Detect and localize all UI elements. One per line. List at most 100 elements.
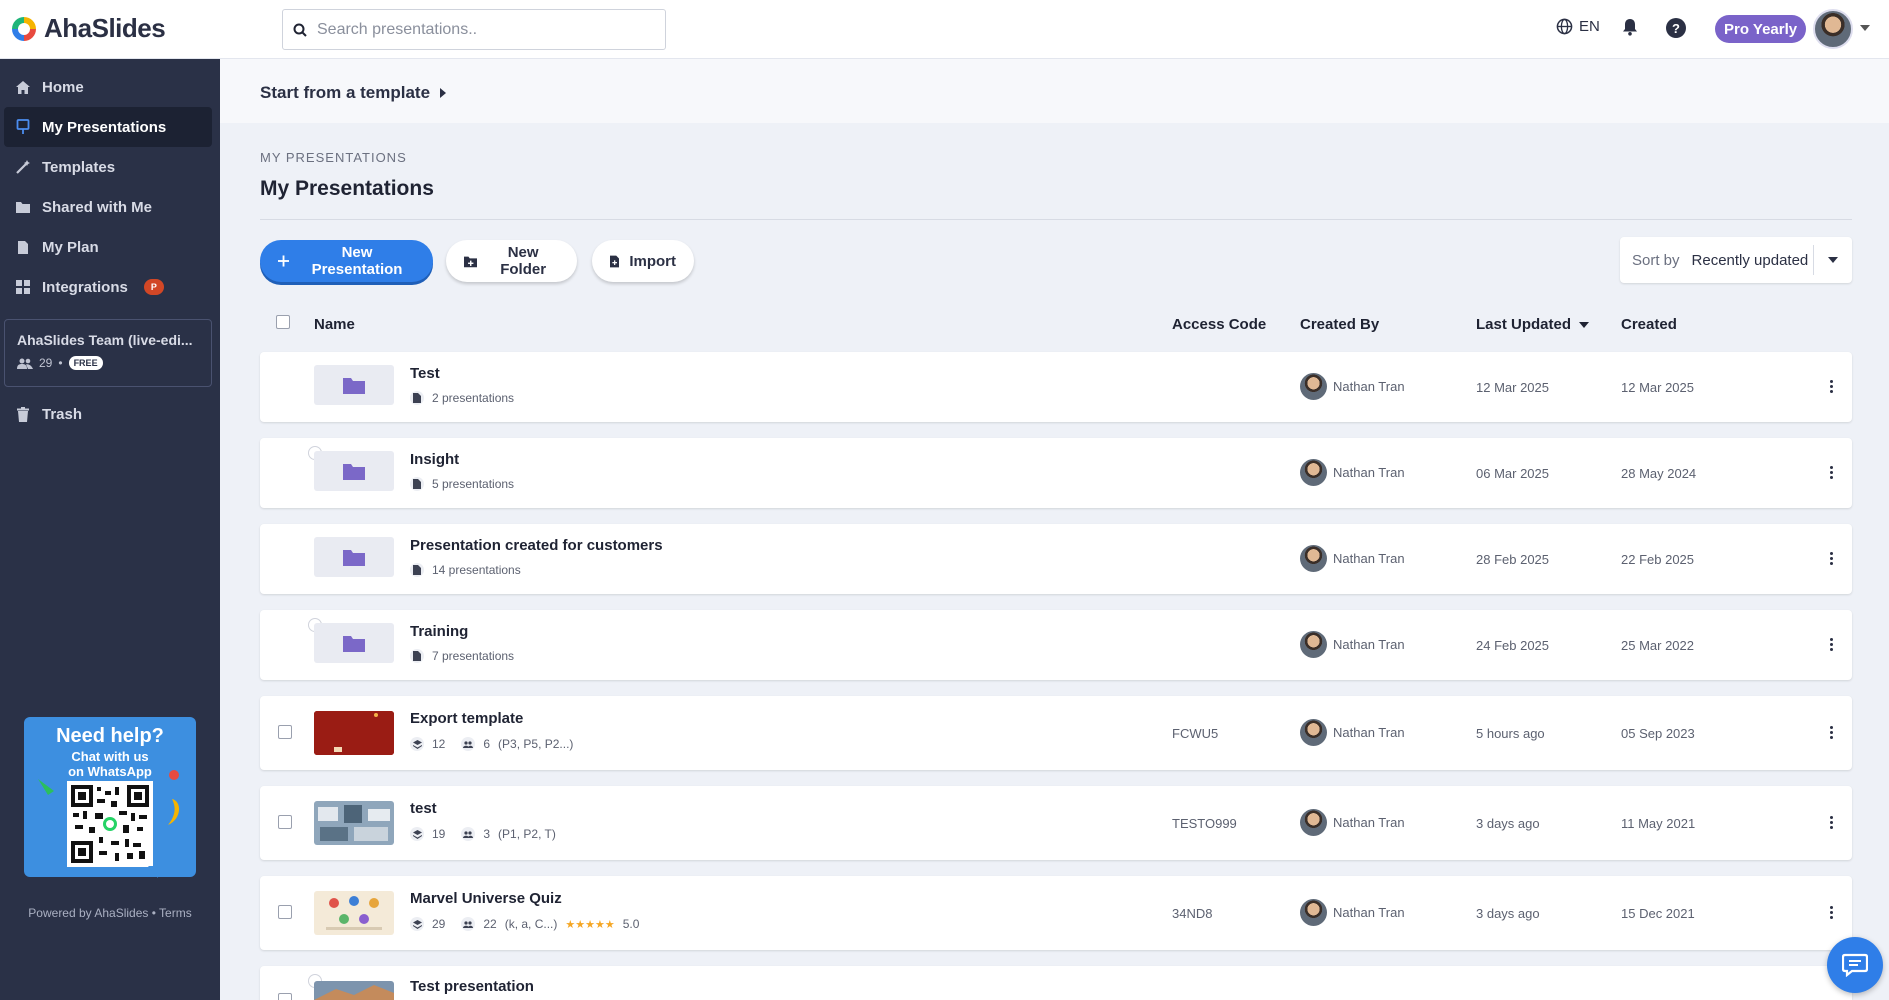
caret-right-icon bbox=[440, 88, 447, 98]
team-name: AhaSlides Team (live-edi... bbox=[17, 332, 193, 348]
table-row[interactable]: Training 7 presentations Nathan Tran 24 … bbox=[260, 610, 1852, 680]
table-row[interactable]: Export template 12 6 (P3, P5, P2...) FCW… bbox=[260, 696, 1852, 770]
column-header-last-updated[interactable]: Last Updated bbox=[1476, 316, 1590, 333]
plus-icon bbox=[278, 255, 290, 267]
row-name[interactable]: Test presentation bbox=[410, 978, 534, 995]
plan-badge[interactable]: Pro Yearly bbox=[1715, 15, 1807, 43]
layers-icon bbox=[410, 917, 424, 931]
document-icon bbox=[14, 238, 32, 256]
sidebar-item-templates[interactable]: Templates bbox=[4, 147, 212, 187]
powerpoint-icon: P bbox=[143, 279, 164, 295]
notifications-button[interactable] bbox=[1622, 18, 1638, 41]
sidebar-item-integrations[interactable]: Integrations P bbox=[4, 267, 212, 307]
presentation-count: 2 presentations bbox=[432, 391, 515, 405]
language-selector[interactable]: EN bbox=[1556, 18, 1600, 35]
row-last-updated: 24 Feb 2025 bbox=[1476, 638, 1550, 653]
team-workspace-card[interactable]: AhaSlides Team (live-edi... 29 • FREE bbox=[4, 319, 212, 387]
column-header-name[interactable]: Name bbox=[314, 316, 355, 333]
import-button[interactable]: Import bbox=[592, 240, 694, 282]
sidebar-item-home[interactable]: Home bbox=[4, 67, 212, 107]
column-header-access-code[interactable]: Access Code bbox=[1172, 316, 1266, 333]
separator-dot: • bbox=[58, 356, 63, 370]
more-options-icon[interactable] bbox=[1830, 726, 1834, 739]
last-updated-label: Last Updated bbox=[1476, 316, 1572, 333]
team-plan-badge: FREE bbox=[68, 356, 103, 370]
column-header-created-by[interactable]: Created By bbox=[1300, 316, 1379, 333]
chat-support-button[interactable] bbox=[1827, 937, 1883, 993]
new-presentation-label: New Presentation bbox=[311, 244, 403, 278]
chevron-down-icon[interactable] bbox=[1860, 25, 1870, 31]
more-options-icon[interactable] bbox=[1830, 380, 1834, 393]
start-from-template-link[interactable]: Start from a template bbox=[260, 83, 447, 103]
sort-value: Recently updated bbox=[1691, 251, 1809, 269]
row-name[interactable]: Export template bbox=[410, 710, 523, 727]
table-row[interactable]: Test 2 presentations Nathan Tran 12 Mar … bbox=[260, 352, 1852, 422]
folder-thumbnail bbox=[314, 365, 394, 405]
trash-icon bbox=[14, 405, 32, 423]
users-icon bbox=[461, 737, 476, 751]
table-row[interactable]: Marvel Universe Quiz 29 22 (k, a, C...) … bbox=[260, 876, 1852, 950]
more-options-icon[interactable] bbox=[1830, 906, 1834, 919]
footer-separator: • bbox=[148, 906, 160, 920]
bell-icon bbox=[1623, 19, 1637, 36]
search-input[interactable] bbox=[317, 20, 647, 39]
users-icon bbox=[461, 917, 476, 931]
new-folder-button[interactable]: New Folder bbox=[446, 240, 577, 282]
column-header-created[interactable]: Created bbox=[1621, 316, 1677, 333]
table-row[interactable]: Presentation created for customers 14 pr… bbox=[260, 524, 1852, 594]
select-all-checkbox[interactable] bbox=[276, 315, 290, 329]
table-row[interactable]: Test presentation bbox=[260, 966, 1852, 1000]
terms-link[interactable]: Terms bbox=[159, 906, 192, 920]
sidebar-item-shared-with-me[interactable]: Shared with Me bbox=[4, 187, 212, 227]
row-created: 05 Sep 2023 bbox=[1621, 726, 1695, 741]
creator-name: Nathan Tran bbox=[1333, 905, 1405, 920]
row-name[interactable]: Test bbox=[410, 365, 440, 382]
row-checkbox[interactable] bbox=[278, 905, 292, 919]
sidebar-item-label: My Plan bbox=[42, 238, 99, 256]
row-name[interactable]: Insight bbox=[410, 451, 459, 468]
help-card-tail bbox=[148, 866, 158, 878]
folder-thumbnail bbox=[314, 451, 394, 491]
row-name[interactable]: test bbox=[410, 800, 437, 817]
help-icon[interactable]: ? bbox=[1666, 18, 1686, 38]
search-box[interactable] bbox=[282, 9, 666, 50]
row-name[interactable]: Presentation created for customers bbox=[410, 537, 663, 554]
row-checkbox[interactable] bbox=[278, 993, 292, 1000]
document-icon bbox=[410, 563, 424, 577]
slide-count: 12 bbox=[432, 737, 446, 751]
creator-name: Nathan Tran bbox=[1333, 551, 1405, 566]
row-name[interactable]: Marvel Universe Quiz bbox=[410, 890, 562, 907]
participant-count: 22 bbox=[483, 917, 497, 931]
avatar bbox=[1300, 545, 1327, 572]
whatsapp-help-card[interactable]: Need help? Chat with us on WhatsApp bbox=[24, 717, 196, 877]
row-name[interactable]: Training bbox=[410, 623, 468, 640]
chevron-down-icon[interactable] bbox=[1828, 257, 1838, 263]
avatar bbox=[1300, 719, 1327, 746]
more-options-icon[interactable] bbox=[1830, 816, 1834, 829]
folder-plus-icon bbox=[464, 256, 478, 267]
presentation-thumbnail bbox=[314, 891, 394, 935]
app-logo[interactable]: AhaSlides bbox=[10, 13, 166, 44]
sidebar-item-my-plan[interactable]: My Plan bbox=[4, 227, 212, 267]
table-row[interactable]: test 19 3 (P1, P2, T) TESTO999 Nathan Tr… bbox=[260, 786, 1852, 860]
top-bar: AhaSlides EN ? Pro Yearly bbox=[0, 0, 1889, 59]
sidebar-footer: Powered by AhaSlides • Terms bbox=[0, 906, 220, 920]
presentation-thumbnail bbox=[314, 711, 394, 755]
participant-names: (P1, P2, T) bbox=[498, 827, 556, 841]
sort-dropdown[interactable]: Sort by Recently updated bbox=[1620, 237, 1852, 283]
row-creator: Nathan Tran bbox=[1300, 373, 1405, 400]
row-checkbox[interactable] bbox=[278, 725, 292, 739]
presentation-count: 14 presentations bbox=[432, 563, 521, 577]
table-row[interactable]: Insight 5 presentations Nathan Tran 06 M… bbox=[260, 438, 1852, 508]
new-presentation-button[interactable]: New Presentation bbox=[260, 240, 433, 282]
user-avatar[interactable] bbox=[1813, 9, 1853, 49]
more-options-icon[interactable] bbox=[1830, 466, 1834, 479]
more-options-icon[interactable] bbox=[1830, 638, 1834, 651]
row-created: 25 Mar 2022 bbox=[1621, 638, 1694, 653]
row-checkbox[interactable] bbox=[278, 815, 292, 829]
sidebar-item-my-presentations[interactable]: My Presentations bbox=[4, 107, 212, 147]
row-created: 28 May 2024 bbox=[1621, 466, 1697, 481]
sidebar-item-trash[interactable]: Trash bbox=[4, 394, 212, 434]
more-options-icon[interactable] bbox=[1830, 552, 1834, 565]
row-last-updated: 3 days ago bbox=[1476, 816, 1540, 831]
